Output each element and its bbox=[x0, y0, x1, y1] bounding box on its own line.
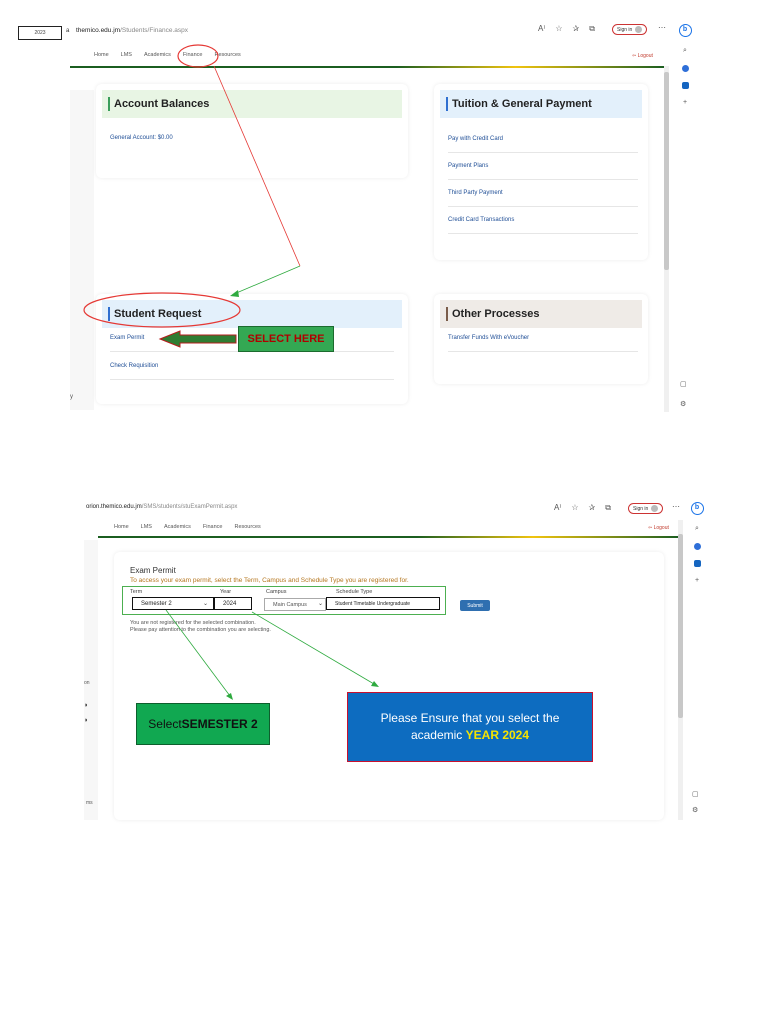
select-here-arrow bbox=[158, 330, 237, 348]
green-pointer-line bbox=[233, 265, 301, 295]
finance-page-screenshot: 2023 a themico.edu.jm/Students/Finance.a… bbox=[18, 20, 700, 414]
year-pointer-line bbox=[251, 611, 375, 685]
semester-pointer-line bbox=[165, 609, 231, 697]
green-arrowhead bbox=[230, 290, 239, 297]
year-arrowhead bbox=[371, 681, 379, 687]
finance-circle bbox=[177, 44, 219, 68]
annotation-overlay bbox=[165, 609, 379, 700]
student-request-circle bbox=[83, 292, 241, 328]
semester-arrowhead bbox=[226, 693, 233, 700]
annotation-overlay bbox=[83, 44, 301, 348]
red-connector-line bbox=[213, 65, 301, 267]
exam-permit-page-screenshot: orion.themico.edu.jm/SMS/students/stuExa… bbox=[84, 500, 712, 824]
